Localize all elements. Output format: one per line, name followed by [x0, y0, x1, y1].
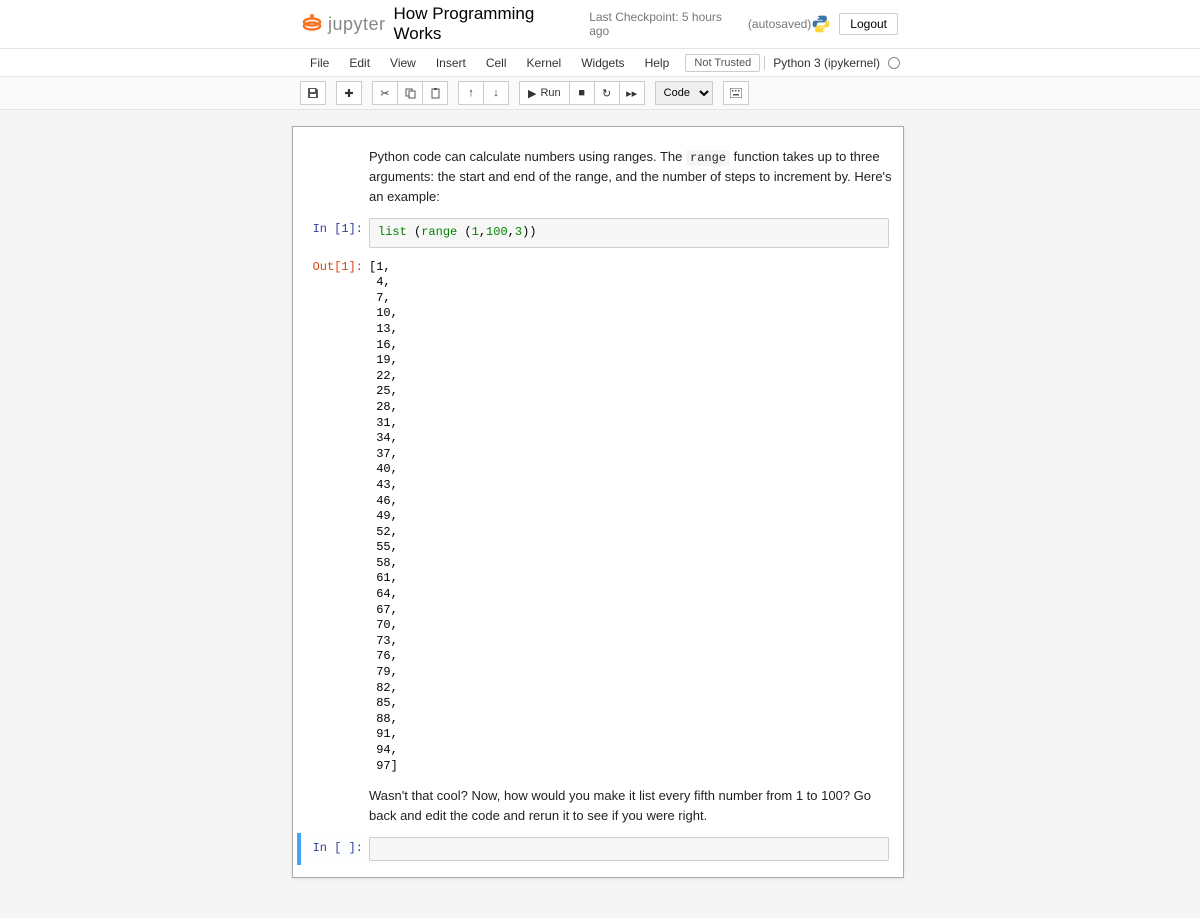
move-down-button[interactable]: ↓	[483, 81, 509, 105]
output-text: [1, 4, 7, 10, 13, 16, 19, 22, 25, 28, 31…	[369, 256, 889, 775]
save-icon	[307, 87, 319, 99]
menubar: File Edit View Insert Cell Kernel Widget…	[0, 49, 1200, 77]
autosave-text: (autosaved)	[748, 17, 811, 31]
output-cell: Out[1]: [1, 4, 7, 10, 13, 16, 19, 22, 25…	[301, 252, 895, 779]
run-button[interactable]: ▶ Run	[519, 81, 570, 105]
out-prompt: Out[1]:	[301, 256, 369, 775]
code-input[interactable]: list (range (1,100,3))	[369, 218, 889, 248]
prompt-empty-2	[301, 782, 369, 829]
menu-kernel[interactable]: Kernel	[517, 52, 572, 74]
add-cell-button[interactable]: ✚	[336, 81, 362, 105]
menu-view[interactable]: View	[380, 52, 426, 74]
md-code-range: range	[686, 150, 730, 166]
plus-icon: ✚	[344, 87, 353, 100]
restart-button[interactable]: ↻	[594, 81, 620, 105]
notebook-container: Python code can calculate numbers using …	[0, 110, 1200, 918]
tok-100: 100	[486, 225, 508, 239]
tok-paren2: (	[457, 225, 471, 239]
kernel-indicator-icon	[888, 57, 900, 69]
tok-close: ))	[522, 225, 536, 239]
cut-button[interactable]: ✂	[372, 81, 398, 105]
cut-icon: ✂	[380, 87, 389, 100]
keyboard-icon	[730, 88, 742, 98]
jupyter-logo[interactable]: jupyter	[300, 12, 386, 36]
markdown-cell[interactable]: Python code can calculate numbers using …	[301, 139, 895, 214]
tok-range: range	[421, 225, 457, 239]
tok-comma2: ,	[508, 225, 515, 239]
code-cell[interactable]: In [1]: list (range (1,100,3))	[301, 214, 895, 252]
in-prompt: In [1]:	[301, 218, 369, 248]
md-text-a: Python code can calculate numbers using …	[369, 149, 686, 164]
logo-text: jupyter	[328, 14, 386, 35]
tok-list: list	[378, 225, 407, 239]
menu-cell[interactable]: Cell	[476, 52, 517, 74]
toolbar: ✚ ✂ ↑ ↓ ▶ Run ■ ↻ ▸▸ Code	[0, 77, 1200, 110]
in-prompt-empty: In [ ]:	[301, 837, 369, 861]
empty-code-cell[interactable]: In [ ]:	[297, 833, 895, 865]
menu-widgets[interactable]: Widgets	[571, 52, 634, 74]
menu-edit[interactable]: Edit	[339, 52, 380, 74]
notebook-title[interactable]: How Programming Works	[394, 4, 586, 44]
copy-icon	[405, 88, 416, 99]
stop-icon: ■	[578, 87, 585, 99]
run-all-button[interactable]: ▸▸	[619, 81, 645, 105]
python-icon	[811, 14, 831, 34]
play-icon: ▶	[528, 87, 536, 100]
trust-button[interactable]: Not Trusted	[685, 54, 760, 72]
paste-button[interactable]	[422, 81, 448, 105]
tok-comma: ,	[479, 225, 486, 239]
tok-paren: (	[407, 225, 421, 239]
menu-file[interactable]: File	[300, 52, 339, 74]
stop-button[interactable]: ■	[569, 81, 595, 105]
arrow-down-icon: ↓	[493, 87, 499, 99]
tok-3: 3	[515, 225, 522, 239]
run-label: Run	[540, 87, 560, 99]
header: jupyter How Programming Works Last Check…	[0, 0, 1200, 49]
checkpoint-text: Last Checkpoint: 5 hours ago	[589, 10, 744, 38]
command-palette-button[interactable]	[723, 81, 749, 105]
move-up-button[interactable]: ↑	[458, 81, 484, 105]
kernel-name[interactable]: Python 3 (ipykernel)	[764, 56, 880, 70]
paste-icon	[430, 88, 441, 99]
markdown-text: Python code can calculate numbers using …	[369, 143, 895, 210]
menu-insert[interactable]: Insert	[426, 52, 476, 74]
save-button[interactable]	[300, 81, 326, 105]
copy-button[interactable]	[397, 81, 423, 105]
jupyter-icon	[300, 12, 324, 36]
markdown-text-2: Wasn't that cool? Now, how would you mak…	[369, 782, 895, 829]
arrow-up-icon: ↑	[468, 87, 474, 99]
logout-button[interactable]: Logout	[839, 13, 898, 35]
tok-1: 1	[472, 225, 479, 239]
fast-forward-icon: ▸▸	[626, 87, 637, 100]
menu-help[interactable]: Help	[635, 52, 680, 74]
notebook: Python code can calculate numbers using …	[292, 126, 904, 878]
empty-code-input[interactable]	[369, 837, 889, 861]
celltype-select[interactable]: Code	[655, 81, 713, 105]
markdown-cell-2[interactable]: Wasn't that cool? Now, how would you mak…	[301, 778, 895, 833]
prompt-empty	[301, 143, 369, 210]
restart-icon: ↻	[602, 87, 611, 100]
